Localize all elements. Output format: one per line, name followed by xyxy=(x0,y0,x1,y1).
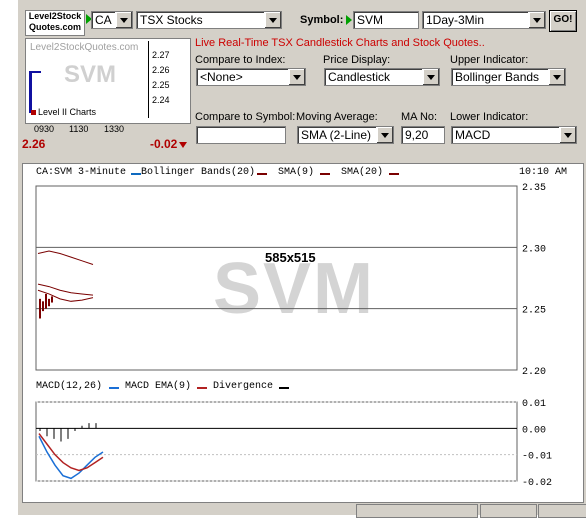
compare-symbol-input[interactable] xyxy=(196,126,286,144)
candle xyxy=(51,296,53,303)
upper-y-tick-label: 2.30 xyxy=(522,244,546,255)
chevron-down-icon[interactable] xyxy=(288,69,305,85)
go-button[interactable]: GO! xyxy=(549,10,577,32)
candle xyxy=(48,298,50,307)
lower-y-tick-label: -0.01 xyxy=(522,452,552,463)
price-display-select[interactable]: Candlestick xyxy=(324,68,440,86)
lower-y-tick-label: 0.00 xyxy=(522,425,546,436)
chevron-down-icon[interactable] xyxy=(115,12,132,28)
main-chart[interactable]: CA:SVM 3-Minute Bollinger Bands(20) SMA(… xyxy=(22,163,584,503)
ma-no-label: MA No: xyxy=(401,111,438,123)
play-arrow-icon xyxy=(346,15,352,25)
headline: Live Real-Time TSX Candlestick Charts an… xyxy=(195,37,485,49)
logo[interactable]: Level2Stock Quotes.com xyxy=(25,10,85,36)
moving-average-select[interactable]: SMA (2-Line) xyxy=(297,126,394,144)
ma-no-value: 9,20 xyxy=(405,128,429,142)
ma-no-input[interactable]: 9,20 xyxy=(401,126,445,144)
down-arrow-icon xyxy=(179,142,187,148)
mini-x-tick: 1130 xyxy=(69,124,89,134)
upper-y-tick-label: 2.25 xyxy=(522,306,546,317)
price-change: -0.02 xyxy=(150,137,178,151)
symbol-label: Symbol: xyxy=(300,14,344,26)
mini-y-tick: 2.26 xyxy=(152,65,170,75)
macd-series-line-1 xyxy=(38,435,104,480)
lower-y-tick-label: -0.02 xyxy=(522,478,552,489)
mini-legend-swatch xyxy=(31,110,36,115)
left-gutter xyxy=(0,0,18,515)
series-line-1 xyxy=(37,250,94,265)
upper-plot-frame xyxy=(35,185,518,371)
market-select[interactable]: TSX Stocks xyxy=(136,11,282,29)
status-segment xyxy=(538,504,586,518)
candle xyxy=(39,298,41,319)
lower-indicator-value: MACD xyxy=(455,128,491,142)
chevron-down-icon[interactable] xyxy=(528,12,545,28)
chevron-down-icon[interactable] xyxy=(422,69,439,85)
chart-plot: 2.35 2.30 2.25 2.20 0.01 0.00 -0.01 -0.02 xyxy=(35,183,552,489)
market-value: TSX Stocks xyxy=(140,13,203,27)
symbol-value: SVM xyxy=(357,13,384,27)
compare-symbol-label: Compare to Symbol: xyxy=(195,111,296,123)
compare-index-select[interactable]: <None> xyxy=(196,68,306,86)
upper-y-tick-label: 2.20 xyxy=(522,367,546,378)
upper-indicator-value: Bollinger Bands xyxy=(455,70,540,84)
last-price: 2.26 xyxy=(22,137,46,151)
candle xyxy=(45,293,47,309)
moving-average-label: Moving Average: xyxy=(296,111,378,123)
mini-legend: Level II Charts xyxy=(38,107,97,117)
mini-price-line xyxy=(29,71,32,113)
upper-y-tick-label: 2.35 xyxy=(522,183,546,194)
moving-average-value: SMA (2-Line) xyxy=(301,128,372,142)
candle xyxy=(42,301,44,312)
price-display-label: Price Display: xyxy=(323,54,391,66)
price-display-value: Candlestick xyxy=(328,70,391,84)
exchange-select[interactable]: CA xyxy=(91,11,133,29)
compare-index-label: Compare to Index: xyxy=(195,54,286,66)
symbol-input[interactable]: SVM xyxy=(353,11,419,29)
logo-line2: Quotes.com xyxy=(28,22,81,32)
mini-y-tick: 2.24 xyxy=(152,95,170,105)
upper-indicator-label: Upper Indicator: xyxy=(450,54,529,66)
period-select[interactable]: 1Day-3Min xyxy=(422,11,546,29)
mini-x-tick: 1330 xyxy=(104,124,125,134)
lower-indicator-label: Lower Indicator: xyxy=(450,111,529,123)
mini-price-step xyxy=(31,71,41,73)
mini-chart[interactable]: Level2StockQuotes.com SVM 2.27 2.26 2.25… xyxy=(25,38,191,124)
mini-y-tick: 2.25 xyxy=(152,80,170,90)
compare-index-value: <None> xyxy=(200,70,243,84)
lower-plot-frame xyxy=(35,401,518,482)
chevron-down-icon[interactable] xyxy=(548,69,565,85)
mini-y-tick: 2.27 xyxy=(152,50,170,60)
logo-line1: Level2Stock xyxy=(28,11,82,21)
chevron-down-icon[interactable] xyxy=(559,127,576,143)
mini-x-tick: 0930 xyxy=(34,124,55,134)
chevron-down-icon[interactable] xyxy=(264,12,281,28)
exchange-value: CA xyxy=(95,13,112,27)
period-value: 1Day-3Min xyxy=(426,13,485,27)
status-segment xyxy=(356,504,478,518)
upper-indicator-select[interactable]: Bollinger Bands xyxy=(451,68,566,86)
status-segment xyxy=(480,504,537,518)
lower-y-tick-label: 0.01 xyxy=(522,399,546,410)
macd-series-line-2 xyxy=(38,433,104,472)
chevron-down-icon[interactable] xyxy=(376,127,393,143)
lower-indicator-select[interactable]: MACD xyxy=(451,126,577,144)
